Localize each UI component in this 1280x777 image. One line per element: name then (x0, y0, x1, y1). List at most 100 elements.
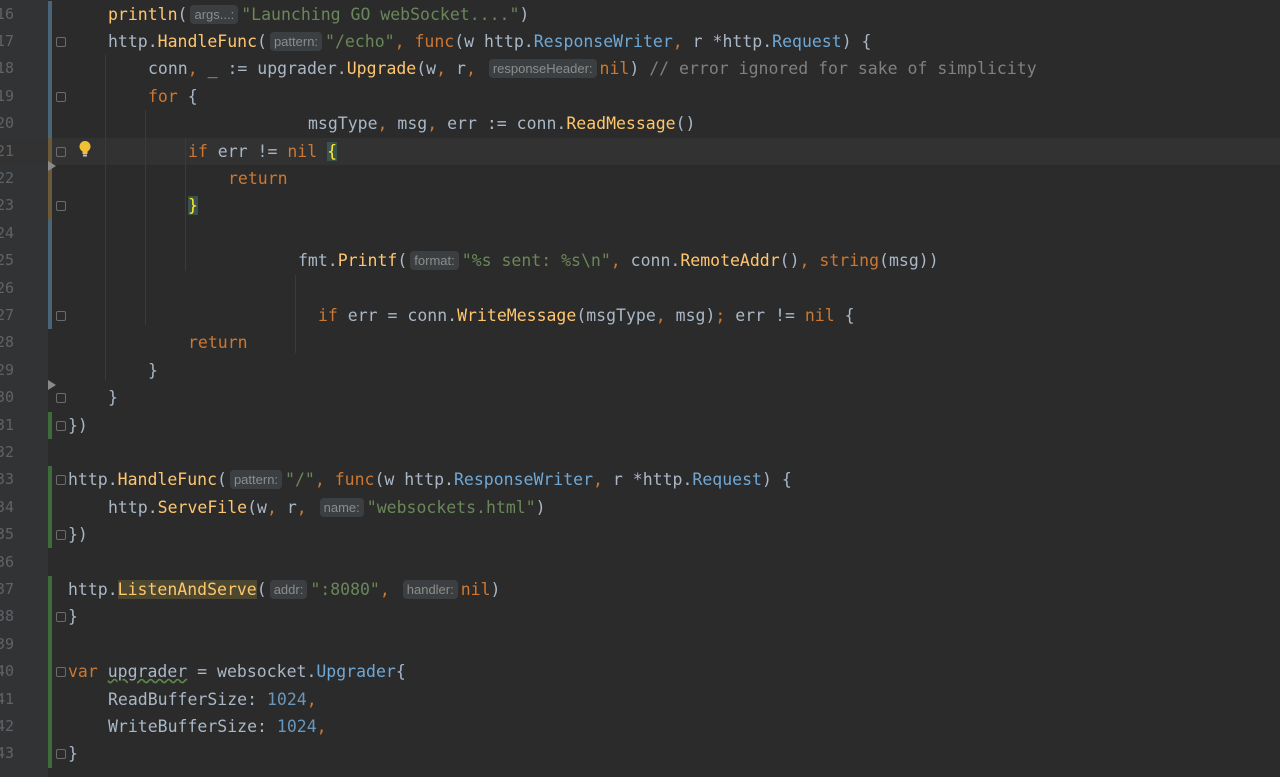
line-number: 35 (0, 525, 14, 544)
code-token: ResponseWriter (453, 470, 594, 490)
code-token: , (672, 31, 693, 51)
code-token: HandleFunc (117, 470, 218, 490)
code-line[interactable]: 39 (0, 631, 1280, 658)
line-number: 17 (0, 31, 14, 50)
line-number: 29 (0, 360, 14, 379)
code-token: Request (692, 470, 762, 490)
vcs-change-marker[interactable] (48, 411, 52, 439)
fold-toggle-icon[interactable] (56, 201, 66, 212)
indent-guide (185, 137, 186, 271)
code-token: , (316, 716, 327, 736)
code-line[interactable]: 17 http.HandleFunc(pattern: "/echo", func(… (0, 28, 1280, 55)
code-token: Request (772, 31, 842, 51)
code-token: WriteBufferSize: (108, 716, 277, 736)
line-number: 27 (0, 305, 14, 324)
code-line[interactable]: 24 (0, 220, 1280, 247)
line-number: 28 (0, 333, 14, 352)
code-line[interactable]: 19 for { (0, 83, 1280, 110)
line-number: 33 (0, 470, 14, 489)
code-text: for { (148, 83, 198, 110)
code-text: return (228, 165, 288, 192)
code-token: , (266, 497, 287, 517)
code-token: http. (404, 470, 454, 490)
fold-toggle-icon[interactable] (56, 530, 66, 541)
code-editor[interactable]: 16 println(args...: "Launching GO webSocke… (0, 0, 1280, 777)
code-token: ListenAndServe (117, 579, 257, 599)
code-token: , (394, 31, 415, 51)
code-token: "Launching GO webSocket...." (241, 4, 520, 24)
code-token: conn (148, 59, 188, 79)
code-token: HandleFunc (157, 31, 258, 51)
code-text: msgType, msg, err := conn.ReadMessage() (308, 110, 695, 137)
fold-toggle-icon[interactable] (56, 749, 66, 760)
code-token: "/echo" (325, 31, 395, 51)
vcs-change-marker[interactable] (48, 137, 52, 220)
code-line[interactable]: 20 msgType, msg, err := conn.ReadMessage(… (0, 110, 1280, 137)
code-line[interactable]: 21 if err != nil { (0, 137, 1280, 165)
vcs-change-marker[interactable] (48, 630, 52, 768)
breakpoint-arrow-icon (48, 160, 56, 171)
code-line[interactable]: 36 (0, 549, 1280, 576)
code-line[interactable]: 22 return (0, 165, 1280, 192)
fold-toggle-icon[interactable] (56, 146, 66, 157)
line-number: 42 (0, 716, 14, 735)
code-line[interactable]: 27 if err = conn.WriteMessage(msgType, ms… (0, 302, 1280, 329)
code-line[interactable]: 33 http.HandleFunc(pattern: "/", func(w ht… (0, 466, 1280, 493)
code-line[interactable]: 38} (0, 603, 1280, 630)
fold-toggle-icon[interactable] (56, 310, 66, 321)
code-line[interactable]: 16 println(args...: "Launching GO webSocke… (0, 1, 1280, 28)
fold-toggle-icon[interactable] (56, 36, 66, 47)
code-token: return (228, 168, 288, 188)
code-token: ) (629, 59, 650, 79)
vcs-change-marker[interactable] (48, 575, 52, 631)
code-text: var upgrader = websocket.Upgrader{ (68, 658, 406, 685)
code-token: } (68, 744, 78, 764)
fold-toggle-icon[interactable] (56, 475, 66, 486)
code-line[interactable]: 25 fmt.Printf(format: "%s sent: %s\n", con… (0, 247, 1280, 274)
indent-guide (105, 55, 106, 381)
code-token: func (414, 31, 455, 51)
code-line[interactable]: 41 ReadBufferSize: 1024, (0, 686, 1280, 713)
code-token: }) (68, 415, 88, 435)
code-token: nil (287, 141, 318, 161)
code-line[interactable]: 28 return (0, 329, 1280, 356)
code-text: }) (68, 412, 88, 439)
code-token: err = conn. (337, 305, 458, 325)
line-number: 26 (0, 278, 14, 297)
code-line[interactable]: 31}) (0, 412, 1280, 439)
code-line[interactable]: 29} (0, 357, 1280, 384)
code-text: if err != nil { (188, 138, 338, 165)
code-token: , (427, 114, 448, 134)
fold-toggle-icon[interactable] (56, 420, 66, 431)
code-token: , (306, 689, 317, 709)
line-number: 18 (0, 59, 14, 78)
code-line[interactable]: 35}) (0, 521, 1280, 548)
code-line[interactable]: 37 http.ListenAndServe(addr: ":8080", hand… (0, 576, 1280, 603)
code-token: () (779, 251, 800, 271)
code-line[interactable]: 34 http.ServeFile(w, r, name: "websockets.… (0, 494, 1280, 521)
fold-toggle-icon[interactable] (56, 393, 66, 404)
code-text: } (108, 384, 118, 411)
code-text: } (68, 603, 78, 630)
code-token: ( (256, 579, 267, 599)
code-line[interactable]: 32 (0, 439, 1280, 466)
code-line[interactable]: 42 WriteBufferSize: 1024, (0, 713, 1280, 740)
code-line[interactable]: 26 (0, 275, 1280, 302)
code-token: ) { (761, 470, 792, 490)
code-token: err := conn. (447, 114, 567, 134)
code-token: 1024 (266, 689, 307, 709)
code-line[interactable]: 43} (0, 740, 1280, 767)
line-number: 30 (0, 388, 14, 407)
code-line[interactable]: 30} (0, 384, 1280, 411)
code-line[interactable]: 23} (0, 192, 1280, 219)
vcs-change-marker[interactable] (48, 466, 52, 549)
code-line[interactable]: 40 var upgrader = websocket.Upgrader{ (0, 658, 1280, 685)
code-token: return (188, 333, 248, 353)
fold-toggle-icon[interactable] (56, 667, 66, 678)
code-line[interactable]: 18 conn, _ := upgrader.Upgrade(w, r, resp… (0, 55, 1280, 82)
fold-toggle-icon[interactable] (56, 612, 66, 623)
line-number: 25 (0, 251, 14, 270)
code-token: if (318, 305, 338, 325)
fold-toggle-icon[interactable] (56, 91, 66, 102)
lightbulb-icon[interactable] (78, 140, 92, 158)
